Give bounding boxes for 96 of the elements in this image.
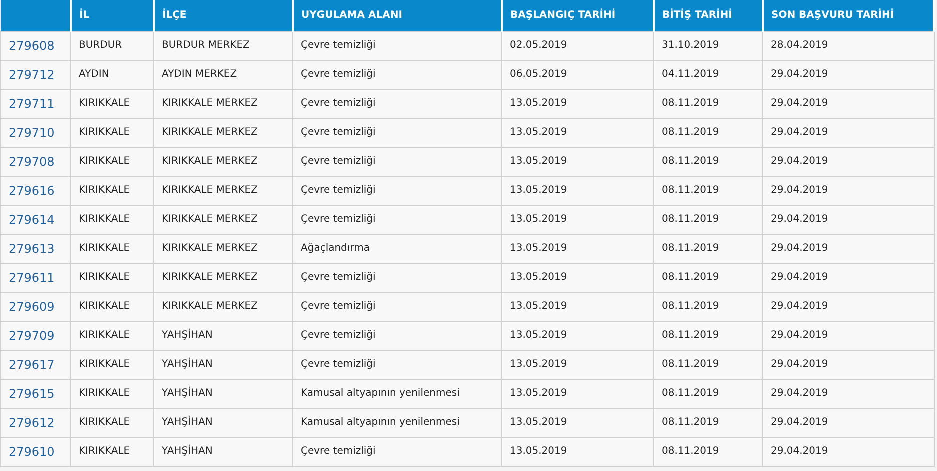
table-cell: 13.05.2019 — [502, 234, 654, 263]
table-cell: 29.04.2019 — [762, 118, 934, 147]
table-cell: 08.11.2019 — [654, 437, 762, 466]
table-cell: KIRIKKALE — [70, 350, 154, 379]
table-cell: BURDUR MERKEZ — [154, 31, 292, 60]
table-cell: KIRIKKALE MERKEZ — [154, 292, 292, 321]
table-cell: KIRIKKALE MERKEZ — [154, 89, 292, 118]
table-cell: 29.04.2019 — [762, 89, 934, 118]
table-cell: 29.04.2019 — [762, 60, 934, 89]
table-cell: 28.04.2019 — [762, 31, 934, 60]
table-cell: 29.04.2019 — [762, 205, 934, 234]
table-cell: Çevre temizliği — [292, 321, 502, 350]
table-cell: 29.04.2019 — [762, 263, 934, 292]
table-cell: Çevre temizliği — [292, 263, 502, 292]
table-cell: Çevre temizliği — [292, 118, 502, 147]
table-cell: 13.05.2019 — [502, 89, 654, 118]
table-cell: 08.11.2019 — [654, 350, 762, 379]
table-cell: 08.11.2019 — [654, 118, 762, 147]
table-cell: KIRIKKALE MERKEZ — [154, 263, 292, 292]
table-cell: Ağaçlandırma — [292, 234, 502, 263]
table-cell: 13.05.2019 — [502, 321, 654, 350]
table-cell: 08.11.2019 — [654, 234, 762, 263]
table-cell: YAHŞİHAN — [154, 350, 292, 379]
table-cell: KIRIKKALE — [70, 234, 154, 263]
table-cell: KIRIKKALE — [70, 147, 154, 176]
table-cell: 29.04.2019 — [762, 350, 934, 379]
table-cell: Çevre temizliği — [292, 31, 502, 60]
column-header: İLÇE — [154, 0, 292, 31]
table-cell: YAHŞİHAN — [154, 321, 292, 350]
table-cell: 08.11.2019 — [654, 205, 762, 234]
table-cell: 13.05.2019 — [502, 292, 654, 321]
table-cell: YAHŞİHAN — [154, 379, 292, 408]
table-cell: Çevre temizliği — [292, 292, 502, 321]
table-cell: 08.11.2019 — [654, 176, 762, 205]
table-cell: 13.05.2019 — [502, 437, 654, 466]
table-cell: 08.11.2019 — [654, 147, 762, 176]
table-cell: KIRIKKALE — [70, 176, 154, 205]
table-cell: 13.05.2019 — [502, 205, 654, 234]
table-cell: YAHŞİHAN — [154, 437, 292, 466]
table-cell: Kamusal altyapının yenilenmesi — [292, 379, 502, 408]
table-cell: BURDUR — [70, 31, 154, 60]
column-header: BAŞLANGIÇ TARİHİ — [502, 0, 654, 31]
table-cell: KIRIKKALE — [70, 118, 154, 147]
table-cell: 29.04.2019 — [762, 321, 934, 350]
table-cell: 08.11.2019 — [654, 379, 762, 408]
table-cell: 08.11.2019 — [654, 292, 762, 321]
table-cell: 13.05.2019 — [502, 147, 654, 176]
table-cell: 31.10.2019 — [654, 31, 762, 60]
table-cell: Çevre temizliği — [292, 60, 502, 89]
table-cell: KIRIKKALE — [70, 408, 154, 437]
table-cell: Kamusal altyapının yenilenmesi — [292, 408, 502, 437]
table-cell: 13.05.2019 — [502, 408, 654, 437]
table-cell: 06.05.2019 — [502, 60, 654, 89]
table-cell: KIRIKKALE — [70, 89, 154, 118]
table-cell: 29.04.2019 — [762, 292, 934, 321]
table-cell: KIRIKKALE MERKEZ — [154, 118, 292, 147]
column-header: SON BAŞVURU TARİHİ — [762, 0, 934, 31]
table-cell: YAHŞİHAN — [154, 408, 292, 437]
table-cell: KIRIKKALE MERKEZ — [154, 234, 292, 263]
table-cell: KIRIKKALE — [70, 205, 154, 234]
table-cell: 13.05.2019 — [502, 176, 654, 205]
table-cell: KIRIKKALE — [70, 263, 154, 292]
table-cell: KIRIKKALE — [70, 379, 154, 408]
table-cell: 29.04.2019 — [762, 176, 934, 205]
table-cell: 08.11.2019 — [654, 321, 762, 350]
table-cell: KIRIKKALE MERKEZ — [154, 176, 292, 205]
table-cell: 13.05.2019 — [502, 379, 654, 408]
table-cell: Çevre temizliği — [292, 147, 502, 176]
table-cell: 13.05.2019 — [502, 350, 654, 379]
column-header: UYGULAMA ALANI — [292, 0, 502, 31]
table-cell: 13.05.2019 — [502, 263, 654, 292]
column-header: BİTİŞ TARİHİ — [654, 0, 762, 31]
table-cell: Çevre temizliği — [292, 350, 502, 379]
table-cell: KIRIKKALE MERKEZ — [154, 205, 292, 234]
table-cell: 29.04.2019 — [762, 379, 934, 408]
table-cell: Çevre temizliği — [292, 205, 502, 234]
table-cell: AYDIN MERKEZ — [154, 60, 292, 89]
table-cell: 08.11.2019 — [654, 263, 762, 292]
table-cell: 29.04.2019 — [762, 147, 934, 176]
table-cell: 29.04.2019 — [762, 437, 934, 466]
table-cell: 29.04.2019 — [762, 408, 934, 437]
table-cell: KIRIKKALE — [70, 321, 154, 350]
table-cell: KIRIKKALE — [70, 292, 154, 321]
table-cell: 08.11.2019 — [654, 408, 762, 437]
table-cell: KIRIKKALE MERKEZ — [154, 147, 292, 176]
table-cell: 29.04.2019 — [762, 234, 934, 263]
table-cell: AYDIN — [70, 60, 154, 89]
table-cell: 08.11.2019 — [654, 89, 762, 118]
column-header: İL — [70, 0, 154, 31]
table-cell: Çevre temizliği — [292, 89, 502, 118]
table-cell: 04.11.2019 — [654, 60, 762, 89]
table-cell: 02.05.2019 — [502, 31, 654, 60]
table-cell: 13.05.2019 — [502, 118, 654, 147]
table-cell: Çevre temizliği — [292, 437, 502, 466]
table-cell: KIRIKKALE — [70, 437, 154, 466]
table-cell: Çevre temizliği — [292, 176, 502, 205]
